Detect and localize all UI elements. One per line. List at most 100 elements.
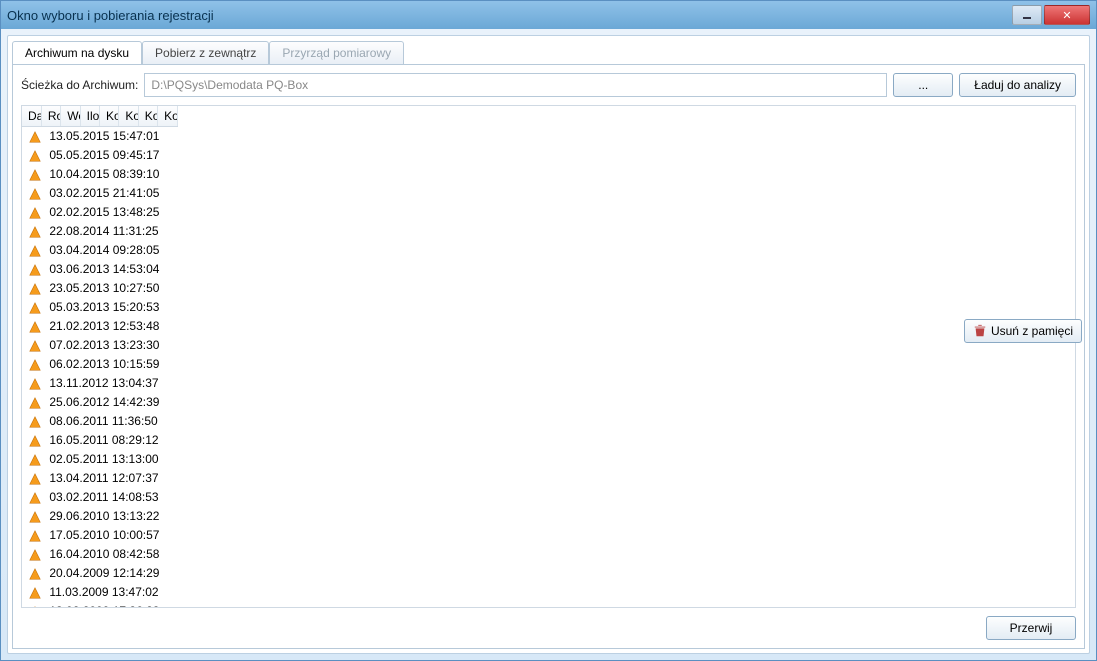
- file-icon: [28, 490, 46, 505]
- minimize-button[interactable]: [1012, 5, 1042, 25]
- file-icon: [28, 129, 46, 144]
- cell-date: 02.05.2011 13:13:00: [49, 452, 158, 466]
- file-icon: [28, 243, 46, 258]
- cell-date: 13.05.2015 15:47:01: [49, 129, 159, 143]
- window-body: Archiwum na dysku Pobierz z zewnątrz Prz…: [7, 35, 1090, 654]
- file-icon: [28, 547, 46, 562]
- table-row[interactable]: 25.06.2012 14:42:39100V01.13811459 KBKir…: [22, 393, 177, 412]
- cell-date: 07.02.2013 13:23:30: [49, 338, 159, 352]
- tabstrip: Archiwum na dysku Pobierz z zewnątrz Prz…: [12, 40, 1085, 63]
- tab-archive-disk[interactable]: Archiwum na dysku: [12, 41, 142, 64]
- table-row[interactable]: 11.03.2009 13:47:02100V01.109162852 KBNa…: [22, 583, 177, 602]
- file-icon: [28, 148, 46, 163]
- table-row[interactable]: 13.04.2011 12:07:37100V01.13094764 KBFre…: [22, 469, 177, 488]
- delete-button[interactable]: Usuń z pamięci: [964, 319, 1082, 343]
- table-row[interactable]: 02.02.2015 13:48:25200V2.0062930 KBPeter…: [22, 203, 177, 222]
- cell-date: 23.05.2013 10:27:50: [49, 281, 159, 295]
- col-comment4[interactable]: Komentarz 4: [158, 106, 177, 127]
- cell-date: 16.05.2011 08:29:12: [49, 433, 158, 447]
- table-row[interactable]: 03.04.2014 09:28:05200V1.34010076 KB80kH…: [22, 241, 177, 260]
- table-row[interactable]: 03.02.2011 14:08:53100V01.130224057 KBPr…: [22, 488, 177, 507]
- col-comment3[interactable]: Komentarz 3: [138, 106, 157, 127]
- table-row[interactable]: 06.02.2013 10:15:59200V1.30627679 KBTemp…: [22, 355, 177, 374]
- cell-date: 21.02.2013 12:53:48: [49, 319, 159, 333]
- file-icon: [28, 433, 46, 448]
- col-comment1[interactable]: Komentarz 1: [100, 106, 119, 127]
- cell-date: 16.04.2010 08:42:58: [49, 547, 159, 561]
- tab-download-external[interactable]: Pobierz z zewnątrz: [142, 41, 269, 64]
- table-row[interactable]: 13.02.2009 17:36:23100V01.10914475 KBNot…: [22, 602, 177, 608]
- tab-instrument[interactable]: Przyrząd pomiarowy: [269, 41, 404, 64]
- cell-date: 29.06.2010 13:13:22: [49, 509, 159, 523]
- col-size[interactable]: Ilość danych: [80, 106, 99, 127]
- cell-date: 08.06.2011 11:36:50: [49, 414, 157, 428]
- file-icon: [28, 300, 46, 315]
- file-icon: [28, 262, 46, 277]
- file-icon: [28, 528, 46, 543]
- file-icon: [28, 585, 46, 600]
- table-row[interactable]: 13.11.2012 13:04:37200V1.22720479 KBPres…: [22, 374, 177, 393]
- table-row[interactable]: 02.05.2011 13:13:00100V01.111182817 KBSo…: [22, 450, 177, 469]
- col-kind[interactable]: Rodzaj: [41, 106, 60, 127]
- col-date[interactable]: Dane▾: [22, 106, 41, 127]
- file-icon: [28, 186, 46, 201]
- table-header-row: Dane▾ Rodzaj Wersja PQ-Box Ilość danych …: [22, 106, 177, 127]
- file-icon: [28, 395, 46, 410]
- file-icon: [28, 471, 46, 486]
- cell-date: 25.06.2012 14:42:39: [49, 395, 159, 409]
- cell-date: 02.02.2015 13:48:25: [49, 205, 159, 219]
- file-icon: [28, 205, 46, 220]
- cell-date: 13.11.2012 13:04:37: [49, 376, 158, 390]
- table-row[interactable]: 13.05.2015 15:47:01200V2.008131759 KBFer…: [22, 127, 177, 146]
- path-input[interactable]: [144, 73, 887, 97]
- cancel-button[interactable]: Przerwij: [986, 616, 1076, 640]
- file-icon: [28, 319, 46, 334]
- cell-date: 03.02.2011 14:08:53: [49, 490, 158, 504]
- file-icon: [28, 357, 46, 372]
- col-comment2[interactable]: Komentarz 2: [119, 106, 138, 127]
- table-row[interactable]: 23.05.2013 10:27:50200V1.316321276 KBWoh…: [22, 279, 177, 298]
- side-actions: Usuń z pamięci: [964, 319, 1082, 343]
- cell-date: 03.02.2015 21:41:05: [49, 186, 159, 200]
- cell-date: 17.05.2010 10:00:57: [49, 528, 159, 542]
- cell-date: 22.08.2014 11:31:25: [49, 224, 158, 238]
- close-button[interactable]: ✕: [1044, 5, 1090, 25]
- col-version[interactable]: Wersja PQ-Box: [61, 106, 80, 127]
- table-row[interactable]: 05.03.2013 15:20:53100V01.14415651 KBPQ …: [22, 298, 177, 317]
- path-label: Ścieżka do Archiwum:: [21, 78, 138, 92]
- file-icon: [28, 224, 46, 239]
- table-row[interactable]: 16.04.2010 08:42:58100V01.1116661 KBProb…: [22, 545, 177, 564]
- cell-date: 13.02.2009 17:36:23: [49, 604, 159, 608]
- file-icon: [28, 414, 46, 429]
- file-icon: [28, 167, 46, 182]
- table-row[interactable]: 10.04.2015 08:39:10150V2.0093245 KBTestm…: [22, 165, 177, 184]
- file-icon: [28, 338, 46, 353]
- path-row: Ścieżka do Archiwum: ... Ładuj do analiz…: [13, 65, 1084, 103]
- table-row[interactable]: 16.05.2011 08:29:12100V01.1309367 KBFuhr…: [22, 431, 177, 450]
- table-row[interactable]: 17.05.2010 10:00:57100V01.11913641 KB4 M…: [22, 526, 177, 545]
- footer: Przerwij: [986, 616, 1076, 640]
- table-body: 13.05.2015 15:47:01200V2.008131759 KBFer…: [22, 127, 177, 608]
- trash-icon: [973, 324, 987, 338]
- browse-button[interactable]: ...: [893, 73, 953, 97]
- load-button[interactable]: Ładuj do analizy: [959, 73, 1076, 97]
- table-row[interactable]: 21.02.2013 12:53:48100V01.142215296 KBHI…: [22, 317, 177, 336]
- table-row[interactable]: 07.02.2013 13:23:30200V1.30837353 KBDanf…: [22, 336, 177, 355]
- table-row[interactable]: 22.08.2014 11:31:25200V1.34415929 KBStar…: [22, 222, 177, 241]
- cell-date: 20.04.2009 12:14:29: [49, 566, 159, 580]
- table-row[interactable]: 03.02.2015 21:41:05200V2.006537196 KBhig…: [22, 184, 177, 203]
- cell-date: 03.06.2013 14:53:04: [49, 262, 159, 276]
- table-row[interactable]: 03.06.2013 14:53:04200V1.31652957 KBHarg…: [22, 260, 177, 279]
- table-row[interactable]: 05.05.2015 09:45:17200V2.00832283 KBABO-…: [22, 146, 177, 165]
- cell-date: 06.02.2013 10:15:59: [49, 357, 159, 371]
- table-row[interactable]: 20.04.2009 12:14:29100V01.111280002 KBSt…: [22, 564, 177, 583]
- cell-date: 03.04.2014 09:28:05: [49, 243, 159, 257]
- table-wrap: Dane▾ Rodzaj Wersja PQ-Box Ilość danych …: [21, 105, 1076, 608]
- table-row[interactable]: 29.06.2010 13:13:22100V01.12122700 KB-UA…: [22, 507, 177, 526]
- file-icon: [28, 509, 46, 524]
- file-icon: [28, 452, 46, 467]
- table-row[interactable]: 08.06.2011 11:36:50100V01.13013029 KBPro…: [22, 412, 177, 431]
- cell-date: 05.05.2015 09:45:17: [49, 148, 159, 162]
- cell-date: 10.04.2015 08:39:10: [49, 167, 159, 181]
- data-table: Dane▾ Rodzaj Wersja PQ-Box Ilość danych …: [22, 106, 1075, 608]
